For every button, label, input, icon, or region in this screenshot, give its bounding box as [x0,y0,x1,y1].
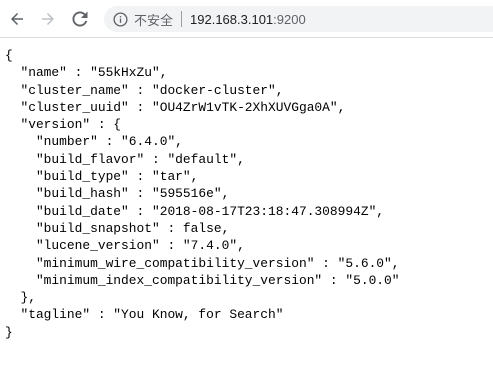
json-line: "build_snapshot" : false, [5,220,230,236]
json-response-body: { "name" : "55kHxZu", "cluster_name" : "… [5,47,400,341]
json-line: "name" : "55kHxZu", [5,65,168,81]
json-line: "lucene_version" : "7.4.0", [5,238,245,254]
json-line: "build_hash" : "595516e", [5,186,230,202]
security-status-label[interactable]: 不安全 [134,10,173,29]
url-port[interactable]: :9200 [273,12,306,27]
json-line: "build_date" : "2018-08-17T23:18:47.3089… [5,203,385,219]
json-line: "version" : { [5,117,122,133]
json-line: "minimum_index_compatibility_version" : … [5,272,400,288]
back-arrow-icon[interactable] [6,8,28,30]
info-icon[interactable] [112,11,128,27]
forward-arrow-icon[interactable] [37,8,59,30]
address-bar[interactable]: 不安全 192.168.3.101:9200 [104,6,493,32]
json-line: } [5,324,13,340]
address-divider [181,11,183,27]
json-line: "cluster_name" : "docker-cluster", [5,82,284,98]
url-host[interactable]: 192.168.3.101 [190,12,273,27]
json-line: "build_flavor" : "default", [5,151,245,167]
json-line: "cluster_uuid" : "OU4ZrW1vTK-2XhXUVGga0A… [5,99,346,115]
json-line: }, [5,290,36,306]
json-line: "number" : "6.4.0", [5,134,183,150]
browser-toolbar: 不安全 192.168.3.101:9200 [0,0,493,38]
json-line: "minimum_wire_compatibility_version" : "… [5,255,400,271]
reload-icon[interactable] [69,8,91,30]
json-line: { [5,48,13,63]
json-line: "tagline" : "You Know, for Search" [5,307,284,323]
json-line: "build_type" : "tar", [5,169,199,185]
